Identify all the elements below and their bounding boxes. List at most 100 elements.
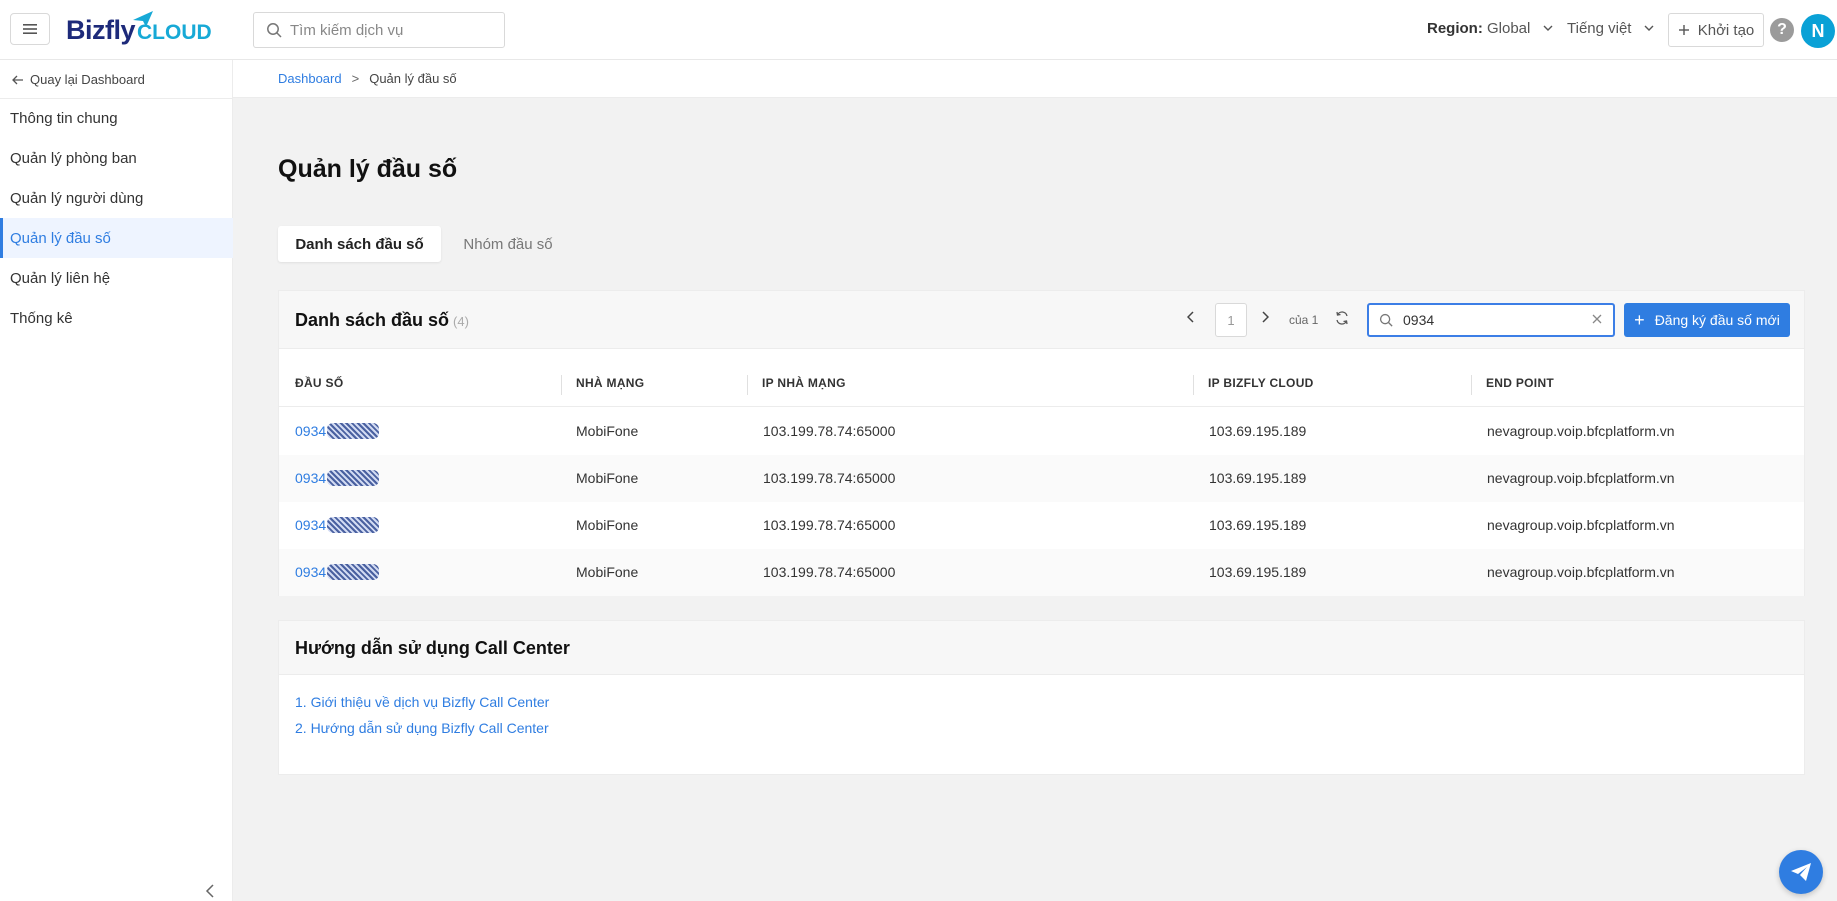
number-prefix: 0934 bbox=[295, 423, 327, 439]
service-search-input[interactable]: Tìm kiếm dịch vụ bbox=[253, 12, 505, 48]
region-selector[interactable]: Region: Global bbox=[1427, 20, 1553, 37]
back-to-dashboard-link[interactable]: Quay lại Dashboard bbox=[12, 72, 145, 87]
breadcrumb-dashboard-link[interactable]: Dashboard bbox=[278, 71, 342, 86]
sidebar-item-contacts[interactable]: Quản lý liên hệ bbox=[0, 258, 233, 298]
bizfly-ip-cell: 103.69.195.189 bbox=[1209, 564, 1307, 580]
search-placeholder: Tìm kiếm dịch vụ bbox=[290, 21, 404, 39]
number-link[interactable]: 0934 bbox=[295, 517, 380, 533]
endpoint-cell: nevagroup.voip.bfcplatform.vn bbox=[1487, 470, 1675, 486]
bizfly-ip-cell: 103.69.195.189 bbox=[1209, 517, 1307, 533]
menu-toggle-button[interactable] bbox=[10, 13, 50, 45]
column-header-endpoint[interactable]: END POINT bbox=[1486, 376, 1554, 390]
sidebar-item-label: Thống kê bbox=[10, 309, 73, 327]
sidebar-item-statistics[interactable]: Thống kê bbox=[0, 298, 233, 338]
carrier-cell: MobiFone bbox=[576, 564, 639, 580]
guide-header: Hướng dẫn sử dụng Call Center bbox=[279, 621, 1804, 675]
number-link[interactable]: 0934 bbox=[295, 470, 380, 486]
table-header: ĐẦU SỐ NHÀ MẠNG IP NHÀ MẠNG IP BIZFLY CL… bbox=[279, 349, 1804, 407]
close-icon[interactable] bbox=[1591, 313, 1603, 325]
chevron-down-icon bbox=[1543, 25, 1553, 31]
tab-number-list[interactable]: Danh sách đầu số bbox=[278, 226, 441, 262]
hamburger-icon bbox=[23, 24, 37, 34]
number-list-card: Danh sách đầu số (4) 1 của 1 0934 + Đăng … bbox=[278, 290, 1805, 596]
guide-link-usage[interactable]: 2. Hướng dẫn sử dụng Bizfly Call Center bbox=[295, 720, 549, 736]
search-icon bbox=[1379, 313, 1393, 327]
number-link[interactable]: 0934 bbox=[295, 423, 380, 439]
guide-card: Hướng dẫn sử dụng Call Center 1. Giới th… bbox=[278, 620, 1805, 775]
column-header-carrier[interactable]: NHÀ MẠNG bbox=[576, 376, 644, 390]
sidebar-item-numbers[interactable]: Quản lý đầu số bbox=[0, 218, 233, 258]
language-label: Tiếng việt bbox=[1567, 20, 1632, 37]
logo-plane-icon bbox=[133, 11, 153, 27]
refresh-icon[interactable] bbox=[1335, 311, 1349, 325]
arrow-left-icon bbox=[12, 75, 23, 84]
logo-text: Bizfly bbox=[66, 15, 136, 45]
region-label: Region: bbox=[1427, 20, 1483, 37]
sidebar-item-general-info[interactable]: Thông tin chung bbox=[0, 98, 233, 138]
number-link[interactable]: 0934 bbox=[295, 564, 380, 580]
number-prefix: 0934 bbox=[295, 564, 327, 580]
telegram-chat-button[interactable] bbox=[1779, 850, 1823, 894]
table-row[interactable]: 0934 MobiFone 103.199.78.74:65000 103.69… bbox=[279, 455, 1804, 502]
column-header-carrier-ip[interactable]: IP NHÀ MẠNG bbox=[762, 376, 846, 390]
endpoint-cell: nevagroup.voip.bfcplatform.vn bbox=[1487, 517, 1675, 533]
tab-number-groups[interactable]: Nhóm đầu số bbox=[450, 226, 566, 262]
sidebar-item-label: Thông tin chung bbox=[10, 109, 118, 127]
item-count: (4) bbox=[453, 314, 469, 329]
redacted-digits bbox=[327, 423, 380, 439]
table-row[interactable]: 0934 MobiFone 103.199.78.74:65000 103.69… bbox=[279, 408, 1804, 455]
sidebar-item-label: Quản lý đầu số bbox=[10, 229, 111, 247]
redacted-digits bbox=[327, 517, 380, 533]
plus-icon: + bbox=[1634, 310, 1645, 330]
endpoint-cell: nevagroup.voip.bfcplatform.vn bbox=[1487, 564, 1675, 580]
user-avatar[interactable]: N bbox=[1801, 14, 1835, 48]
table-row[interactable]: 0934 MobiFone 103.199.78.74:65000 103.69… bbox=[279, 502, 1804, 549]
column-divider bbox=[1471, 375, 1472, 395]
carrier-cell: MobiFone bbox=[576, 470, 639, 486]
card-title-text: Danh sách đầu số bbox=[295, 310, 450, 330]
redacted-digits bbox=[327, 470, 380, 486]
sidebar-item-users[interactable]: Quản lý người dùng bbox=[0, 178, 233, 218]
number-list-header: Danh sách đầu số (4) 1 của 1 0934 + Đăng … bbox=[279, 291, 1804, 349]
create-button[interactable]: Khởi tạo bbox=[1668, 13, 1764, 47]
column-header-number[interactable]: ĐẦU SỐ bbox=[295, 376, 343, 390]
redacted-digits bbox=[327, 564, 380, 580]
carrier-ip-cell: 103.199.78.74:65000 bbox=[763, 470, 896, 486]
sidebar: Quay lại Dashboard Thông tin chung Quản … bbox=[0, 60, 233, 901]
carrier-ip-cell: 103.199.78.74:65000 bbox=[763, 517, 896, 533]
carrier-cell: MobiFone bbox=[576, 423, 639, 439]
sidebar-item-label: Quản lý liên hệ bbox=[10, 269, 111, 287]
collapse-sidebar-icon[interactable] bbox=[205, 884, 215, 898]
sidebar-item-label: Quản lý người dùng bbox=[10, 189, 144, 207]
language-selector[interactable]: Tiếng việt bbox=[1567, 20, 1654, 37]
breadcrumb-separator: > bbox=[351, 71, 360, 86]
search-value: 0934 bbox=[1403, 312, 1435, 328]
breadcrumb: Dashboard > Quản lý đầu số bbox=[233, 60, 1837, 98]
chevron-down-icon bbox=[1644, 25, 1654, 31]
column-header-bizfly-ip[interactable]: IP BIZFLY CLOUD bbox=[1208, 376, 1314, 390]
column-divider bbox=[561, 375, 562, 395]
chevron-right-icon[interactable] bbox=[1261, 311, 1269, 323]
page-number-input[interactable]: 1 bbox=[1215, 303, 1247, 337]
sidebar-item-departments[interactable]: Quản lý phòng ban bbox=[0, 138, 233, 178]
back-label: Quay lại Dashboard bbox=[30, 72, 145, 87]
bizfly-ip-cell: 103.69.195.189 bbox=[1209, 423, 1307, 439]
carrier-ip-cell: 103.199.78.74:65000 bbox=[763, 564, 896, 580]
page-title: Quản lý đầu số bbox=[278, 155, 458, 183]
table-row[interactable]: 0934 MobiFone 103.199.78.74:65000 103.69… bbox=[279, 549, 1804, 596]
guide-link-intro[interactable]: 1. Giới thiệu về dịch vụ Bizfly Call Cen… bbox=[295, 694, 549, 710]
card-title: Danh sách đầu số (4) bbox=[295, 310, 469, 331]
plus-icon bbox=[1678, 25, 1689, 35]
number-search-input[interactable]: 0934 bbox=[1367, 303, 1615, 337]
help-icon[interactable]: ? bbox=[1770, 18, 1794, 42]
chevron-left-icon[interactable] bbox=[1187, 311, 1195, 323]
register-number-button[interactable]: + Đăng ký đầu số mới bbox=[1624, 303, 1790, 337]
sidebar-item-label: Quản lý phòng ban bbox=[10, 149, 137, 167]
carrier-ip-cell: 103.199.78.74:65000 bbox=[763, 423, 896, 439]
number-prefix: 0934 bbox=[295, 470, 327, 486]
page-total: của 1 bbox=[1289, 313, 1319, 327]
bizfly-ip-cell: 103.69.195.189 bbox=[1209, 470, 1307, 486]
number-prefix: 0934 bbox=[295, 517, 327, 533]
region-value: Global bbox=[1487, 20, 1531, 37]
bizfly-logo[interactable]: Bizfly CLOUD bbox=[66, 11, 212, 48]
